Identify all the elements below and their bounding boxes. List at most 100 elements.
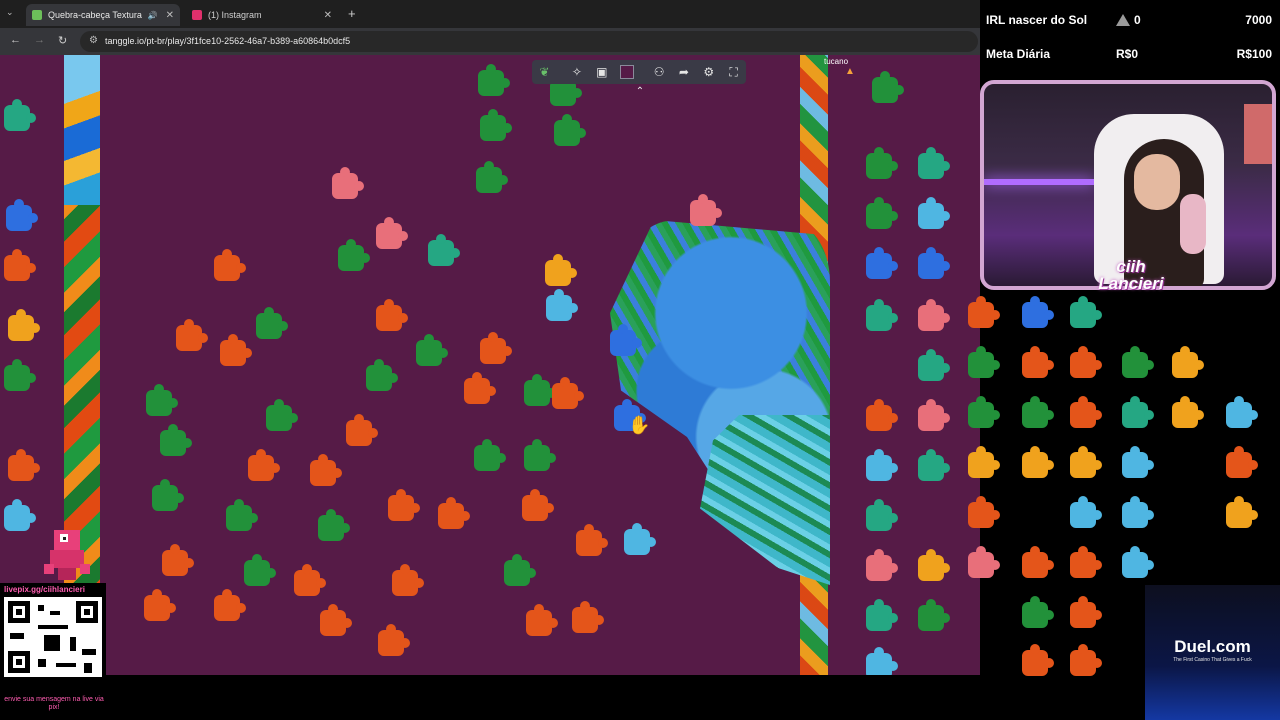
puzzle-piece[interactable] [866,449,898,481]
puzzle-piece[interactable] [6,199,38,231]
puzzle-piece[interactable] [8,309,40,341]
puzzle-piece[interactable] [524,439,556,471]
puzzle-piece[interactable] [248,449,280,481]
puzzle-piece[interactable] [918,299,950,331]
puzzle-piece[interactable] [522,489,554,521]
puzzle-piece[interactable] [545,254,577,286]
puzzle-piece[interactable] [338,239,370,271]
puzzle-piece[interactable] [1070,296,1102,328]
puzzle-piece[interactable] [144,589,176,621]
puzzle-piece[interactable] [1022,596,1054,628]
puzzle-piece[interactable] [1226,496,1258,528]
puzzle-piece[interactable] [866,549,898,581]
puzzle-piece[interactable] [392,564,424,596]
collapse-toolbar-icon[interactable]: ⌃ [630,86,650,100]
puzzle-piece[interactable] [1022,296,1054,328]
puzzle-piece[interactable] [8,449,40,481]
puzzle-piece[interactable] [146,384,178,416]
puzzle-piece[interactable] [1070,496,1102,528]
puzzle-piece[interactable] [1070,644,1102,676]
puzzle-piece[interactable] [918,449,950,481]
puzzle-piece[interactable] [968,446,1000,478]
puzzle-piece[interactable] [1122,446,1154,478]
puzzle-piece[interactable] [546,289,578,321]
puzzle-piece[interactable] [4,249,36,281]
puzzle-piece[interactable] [1022,396,1054,428]
site-info-icon[interactable]: ⚙ [89,35,98,46]
puzzle-piece[interactable] [866,399,898,431]
reload-icon[interactable]: ↻ [58,34,67,47]
share-icon[interactable]: ➦ [672,60,697,84]
puzzle-board[interactable]: ✋ [0,55,980,675]
back-icon[interactable]: ← [10,34,21,46]
puzzle-piece[interactable] [332,167,364,199]
puzzle-piece[interactable] [968,496,1000,528]
puzzle-piece[interactable] [438,497,470,529]
puzzle-piece[interactable] [866,247,898,279]
puzzle-piece[interactable] [176,319,208,351]
assembled-cluster-lower[interactable] [700,415,830,585]
puzzle-piece[interactable] [310,454,342,486]
puzzle-piece[interactable] [214,249,246,281]
puzzle-piece[interactable] [866,147,898,179]
puzzle-piece[interactable] [968,346,1000,378]
puzzle-piece[interactable] [554,114,586,146]
assembled-left-corner[interactable] [64,55,100,205]
puzzle-piece[interactable] [320,604,352,636]
puzzle-piece[interactable] [1022,644,1054,676]
puzzle-piece[interactable] [504,554,536,586]
close-tab-icon[interactable]: ✕ [166,10,174,21]
puzzle-piece[interactable] [918,599,950,631]
puzzle-piece[interactable] [464,372,496,404]
puzzle-piece[interactable] [1070,446,1102,478]
puzzle-piece[interactable] [1122,396,1154,428]
puzzle-piece[interactable] [526,604,558,636]
puzzle-piece[interactable] [918,197,950,229]
puzzle-piece[interactable] [480,109,512,141]
puzzle-piece[interactable] [624,523,656,555]
puzzle-piece[interactable] [480,332,512,364]
audio-icon[interactable]: 🔊 [148,11,158,20]
puzzle-piece[interactable] [214,589,246,621]
puzzle-piece[interactable] [1070,346,1102,378]
image-icon[interactable]: ▣ [589,60,614,84]
puzzle-piece[interactable] [388,489,420,521]
puzzle-piece[interactable] [1022,546,1054,578]
tab-search-icon[interactable]: ⌄ [6,7,14,18]
puzzle-piece[interactable] [1172,346,1204,378]
puzzle-piece[interactable] [376,299,408,331]
puzzle-piece[interactable] [266,399,298,431]
users-icon[interactable]: ⚇ [647,60,672,84]
close-tab-icon[interactable]: ✕ [324,10,332,21]
puzzle-piece[interactable] [1022,346,1054,378]
puzzle-piece[interactable] [366,359,398,391]
puzzle-piece[interactable] [1122,546,1154,578]
puzzle-piece[interactable] [4,499,36,531]
puzzle-piece[interactable] [478,64,510,96]
puzzle-piece[interactable] [1070,396,1102,428]
puzzle-piece[interactable] [918,147,950,179]
puzzle-piece[interactable] [866,647,898,675]
tab-quebra-cabeca[interactable]: Quebra-cabeça Textura 🔊 ✕ [26,4,180,26]
puzzle-piece[interactable] [524,374,556,406]
puzzle-piece[interactable] [572,601,604,633]
puzzle-piece[interactable] [610,324,642,356]
puzzle-piece[interactable] [378,624,410,656]
puzzle-piece[interactable] [552,377,584,409]
puzzle-piece[interactable] [866,197,898,229]
puzzle-piece[interactable] [1226,396,1258,428]
tanggle-logo-icon[interactable]: ❦ [532,60,557,84]
puzzle-piece[interactable] [294,564,326,596]
puzzle-piece[interactable] [576,524,608,556]
puzzle-piece[interactable] [1172,396,1204,428]
puzzle-piece[interactable] [162,544,194,576]
puzzle-piece[interactable] [376,217,408,249]
background-color-button[interactable] [614,60,639,84]
puzzle-piece[interactable] [866,499,898,531]
puzzle-piece[interactable] [968,546,1000,578]
puzzle-piece[interactable] [690,194,722,226]
settings-icon[interactable]: ⚙ [696,60,721,84]
puzzle-piece-icon[interactable]: ✧ [564,60,589,84]
puzzle-piece[interactable] [1022,446,1054,478]
puzzle-piece[interactable] [918,349,950,381]
